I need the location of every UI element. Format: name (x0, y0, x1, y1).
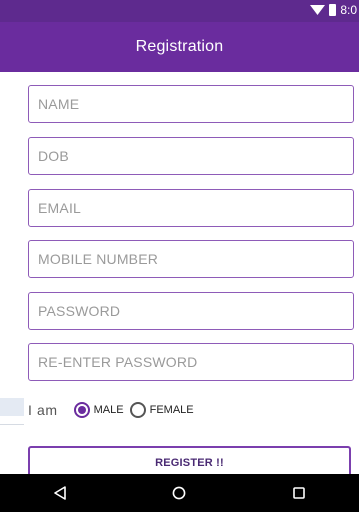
back-button[interactable] (40, 478, 80, 508)
background-fade (0, 398, 24, 416)
gender-selector: I am MALE FEMALE (28, 400, 200, 420)
name-field[interactable] (28, 85, 354, 123)
recents-icon (293, 487, 305, 499)
registration-screen: 8:0 Registration I am MALE FEMALE REGIST… (0, 0, 359, 512)
re-enter-password-field[interactable] (28, 343, 354, 381)
radio-selected-dot (77, 406, 86, 414)
email-field[interactable] (28, 189, 354, 227)
navigation-bar (0, 474, 359, 512)
recents-button[interactable] (279, 478, 319, 508)
male-radio[interactable] (73, 402, 90, 418)
female-radio-label[interactable]: FEMALE (150, 404, 194, 416)
mobile-number-field[interactable] (28, 240, 354, 278)
password-field[interactable] (28, 292, 354, 330)
battery-icon (329, 4, 337, 16)
app-bar: Registration (0, 22, 359, 72)
dob-field[interactable] (28, 137, 354, 175)
male-radio-label[interactable]: MALE (94, 404, 124, 416)
back-icon (54, 486, 66, 500)
wifi-icon (310, 5, 326, 15)
status-bar: 8:0 (0, 0, 359, 22)
page-title: Registration (135, 38, 224, 55)
status-icons: 8:0 (310, 3, 357, 17)
female-radio[interactable] (129, 402, 146, 418)
status-time: 8:0 (340, 3, 357, 17)
home-button[interactable] (159, 478, 199, 508)
home-icon (173, 486, 186, 500)
gender-label: I am (28, 402, 58, 418)
divider (0, 424, 24, 425)
